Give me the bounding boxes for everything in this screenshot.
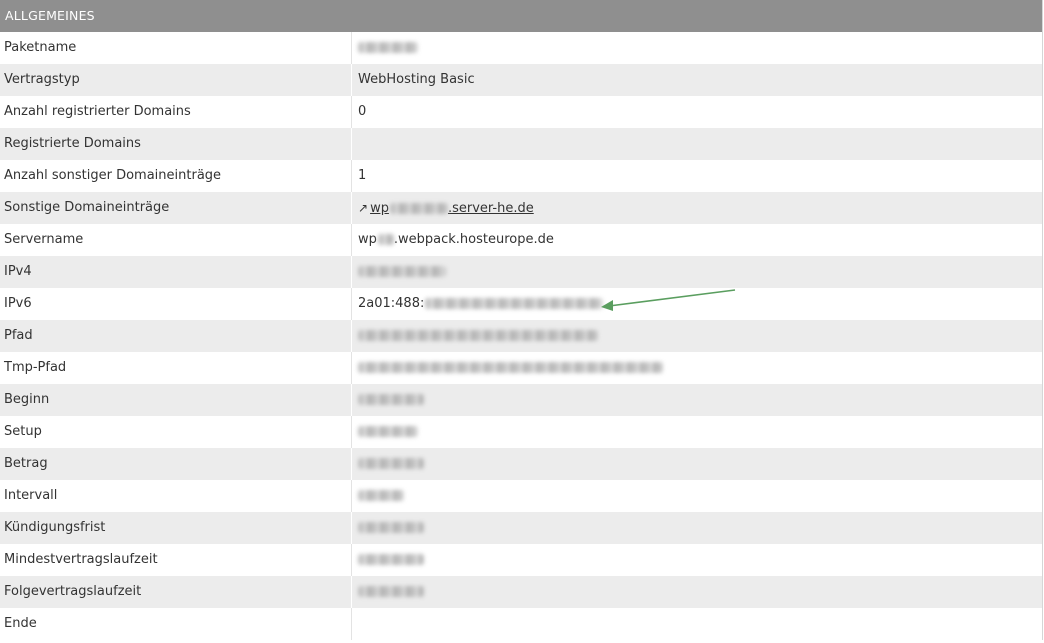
row-pfad: Pfad [0, 320, 1042, 352]
redacted-value [358, 362, 663, 373]
row-servername: Servername wp .webpack.hosteurope.de [0, 224, 1042, 256]
redacted-value [389, 203, 448, 214]
row-label: Paketname [0, 32, 352, 64]
row-anzahl-sonstiger-domaineintraege: Anzahl sonstiger Domaineinträge 1 [0, 160, 1042, 192]
external-link-icon: ↗ [358, 201, 369, 215]
row-label: Pfad [0, 320, 352, 352]
domain-entry-link[interactable]: wp .server-he.de [370, 201, 534, 216]
row-value [352, 512, 1042, 544]
general-info-panel: ALLGEMEINES Paketname Vertragstyp WebHos… [0, 0, 1043, 640]
redacted-value [358, 394, 424, 405]
ipv6-prefix: 2a01:488: [358, 296, 425, 311]
row-folgevertragslaufzeit: Folgevertragslaufzeit [0, 576, 1042, 608]
row-vertragstyp: Vertragstyp WebHosting Basic [0, 64, 1042, 96]
row-value [352, 544, 1042, 576]
row-value [352, 480, 1042, 512]
row-label: Tmp-Pfad [0, 352, 352, 384]
row-label: Beginn [0, 384, 352, 416]
row-label: IPv4 [0, 256, 352, 288]
redacted-value [358, 586, 424, 597]
redacted-value [425, 298, 604, 309]
row-label: Betrag [0, 448, 352, 480]
row-label: Sonstige Domaineinträge [0, 192, 352, 224]
row-label: Anzahl sonstiger Domaineinträge [0, 160, 352, 192]
row-value [352, 32, 1042, 64]
row-label: Vertragstyp [0, 64, 352, 96]
row-label: IPv6 [0, 288, 352, 320]
redacted-value [358, 266, 446, 277]
redacted-value [377, 234, 394, 245]
section-header: ALLGEMEINES [0, 0, 1042, 32]
row-beginn: Beginn [0, 384, 1042, 416]
row-value [352, 608, 1042, 640]
row-value [352, 320, 1042, 352]
link-prefix: wp [370, 201, 389, 216]
row-betrag: Betrag [0, 448, 1042, 480]
row-anzahl-registrierter-domains: Anzahl registrierter Domains 0 [0, 96, 1042, 128]
row-setup: Setup [0, 416, 1042, 448]
row-value [352, 576, 1042, 608]
row-value [352, 352, 1042, 384]
redacted-value [358, 554, 424, 565]
row-registrierte-domains: Registrierte Domains [0, 128, 1042, 160]
row-value: 0 [358, 104, 367, 119]
row-mindestvertragslaufzeit: Mindestvertragslaufzeit [0, 544, 1042, 576]
row-value [352, 128, 1042, 160]
redacted-value [358, 330, 598, 341]
servername-prefix: wp [358, 232, 377, 247]
row-intervall: Intervall [0, 480, 1042, 512]
row-paketname: Paketname [0, 32, 1042, 64]
servername-suffix: .webpack.hosteurope.de [393, 232, 554, 247]
row-label: Folgevertragslaufzeit [0, 576, 352, 608]
redacted-value [358, 458, 424, 469]
row-ipv6: IPv6 2a01:488: [0, 288, 1042, 320]
row-label: Anzahl registrierter Domains [0, 96, 352, 128]
row-value [352, 448, 1042, 480]
row-label: Ende [0, 608, 352, 640]
row-tmp-pfad: Tmp-Pfad [0, 352, 1042, 384]
row-label: Servername [0, 224, 352, 256]
row-kuendigungsfrist: Kündigungsfrist [0, 512, 1042, 544]
row-value: wp .webpack.hosteurope.de [352, 224, 1042, 256]
redacted-value [358, 42, 418, 53]
row-label: Mindestvertragslaufzeit [0, 544, 352, 576]
link-suffix: .server-he.de [447, 201, 534, 216]
redacted-value [358, 426, 418, 437]
row-value: WebHosting Basic [358, 72, 475, 87]
row-value: 2a01:488: [352, 288, 1042, 320]
annotation-arrow-icon [601, 289, 736, 311]
row-label: Setup [0, 416, 352, 448]
row-value: ↗ wp .server-he.de [352, 192, 1042, 224]
redacted-value [358, 522, 424, 533]
row-value: 1 [358, 168, 367, 183]
row-ipv4: IPv4 [0, 256, 1042, 288]
row-sonstige-domaineintraege: Sonstige Domaineinträge ↗ wp .server-he.de [0, 192, 1042, 224]
row-ende: Ende [0, 608, 1042, 640]
row-label: Registrierte Domains [0, 128, 352, 160]
row-value [352, 384, 1042, 416]
redacted-value [358, 490, 404, 501]
row-label: Kündigungsfrist [0, 512, 352, 544]
row-label: Intervall [0, 480, 352, 512]
row-value [352, 416, 1042, 448]
